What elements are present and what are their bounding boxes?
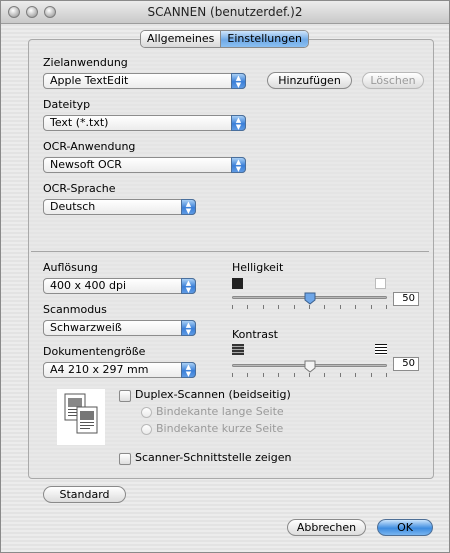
file-type-label: Dateityp — [43, 98, 91, 111]
slider-tick — [232, 305, 233, 309]
window-title: SCANNEN (benutzerdef.)2 — [147, 5, 303, 19]
section-separator — [31, 251, 429, 252]
scan-mode-popup[interactable]: Schwarzweiß ▲ ▼ — [43, 320, 196, 336]
add-button[interactable]: Hinzufügen — [267, 72, 352, 89]
ocr-app-label: OCR-Anwendung — [43, 140, 136, 153]
popup-arrows-icon: ▲ ▼ — [231, 115, 246, 131]
contrast-slider-thumb[interactable] — [304, 360, 316, 373]
slider-tick — [324, 305, 325, 309]
slider-tick — [355, 373, 356, 377]
high-contrast-icon — [375, 344, 387, 355]
slider-tick — [278, 373, 279, 377]
ocr-app-value: Newsoft OCR — [50, 158, 122, 171]
slider-tick — [371, 305, 372, 309]
slider-tick — [278, 305, 279, 309]
ocr-language-label: OCR-Sprache — [43, 182, 116, 195]
slider-tick — [309, 373, 310, 377]
slider-tick — [247, 373, 248, 377]
ocr-language-popup[interactable]: Deutsch ▲ ▼ — [43, 199, 196, 215]
duplex-pages-icon — [57, 389, 105, 445]
show-interface-checkbox[interactable] — [119, 453, 131, 465]
brightness-label: Helligkeit — [232, 261, 284, 274]
short-edge-radio[interactable] — [141, 424, 152, 435]
slider-tick — [263, 305, 264, 309]
ocr-app-popup[interactable]: Newsoft OCR ▲ ▼ — [43, 157, 246, 173]
file-type-popup[interactable]: Text (*.txt) ▲ ▼ — [43, 115, 246, 131]
slider-tick — [232, 373, 233, 377]
slider-tick — [263, 373, 264, 377]
resolution-value: 400 x 400 dpi — [50, 279, 127, 292]
duplex-label: Duplex-Scannen (beidseitig) — [135, 388, 291, 401]
slider-tick — [340, 305, 341, 309]
slider-tick — [309, 305, 310, 309]
ocr-language-value: Deutsch — [50, 200, 96, 213]
doc-size-label: Dokumentengröße — [43, 345, 146, 358]
long-edge-radio[interactable] — [141, 407, 152, 418]
dialog-window: SCANNEN (benutzerdef.)2 Allgemeines Eins… — [0, 0, 450, 553]
popup-arrows-icon: ▲ ▼ — [231, 157, 246, 173]
popup-arrows-icon: ▲ ▼ — [181, 199, 196, 215]
contrast-ticks — [232, 373, 387, 377]
light-square-icon — [375, 278, 386, 289]
brightness-value[interactable]: 50 — [393, 292, 419, 306]
scan-mode-value: Schwarzweiß — [50, 321, 122, 334]
popup-arrows-icon: ▲ ▼ — [181, 362, 196, 378]
brightness-ticks — [232, 305, 387, 309]
scan-mode-label: Scanmodus — [43, 303, 107, 316]
target-app-popup[interactable]: Apple TextEdit ▲ ▼ — [43, 73, 246, 89]
short-edge-label: Bindekante kurze Seite — [156, 422, 284, 435]
title-bar[interactable]: SCANNEN (benutzerdef.)2 — [1, 1, 449, 24]
slider-tick — [324, 373, 325, 377]
duplex-checkbox[interactable] — [119, 390, 131, 402]
contrast-label: Kontrast — [232, 328, 278, 341]
long-edge-label: Bindekante lange Seite — [156, 405, 284, 418]
slider-tick — [294, 305, 295, 309]
popup-arrows-icon: ▲ ▼ — [231, 73, 246, 89]
slider-tick — [371, 373, 372, 377]
brightness-slider-thumb[interactable] — [304, 292, 316, 305]
popup-arrows-icon: ▲ ▼ — [181, 320, 196, 336]
target-app-label: Zielanwendung — [43, 56, 128, 69]
tab-bar: Allgemeines Einstellungen — [140, 30, 309, 48]
ok-button[interactable]: OK — [377, 519, 433, 536]
slider-tick — [386, 305, 387, 309]
target-app-value: Apple TextEdit — [50, 74, 129, 87]
delete-button[interactable]: Löschen — [362, 72, 424, 89]
slider-tick — [355, 305, 356, 309]
tab-settings[interactable]: Einstellungen — [220, 31, 308, 47]
slider-tick — [247, 305, 248, 309]
cancel-button[interactable]: Abbrechen — [287, 519, 366, 536]
slider-tick — [340, 373, 341, 377]
doc-size-popup[interactable]: A4 210 x 297 mm ▲ ▼ — [43, 362, 196, 378]
resolution-popup[interactable]: 400 x 400 dpi ▲ ▼ — [43, 278, 196, 294]
low-contrast-icon — [232, 344, 244, 355]
show-interface-label: Scanner-Schnittstelle zeigen — [135, 451, 292, 464]
file-type-value: Text (*.txt) — [50, 116, 109, 129]
slider-tick — [294, 373, 295, 377]
contrast-value[interactable]: 50 — [393, 357, 419, 371]
doc-size-value: A4 210 x 297 mm — [50, 363, 149, 376]
dark-square-icon — [232, 278, 243, 289]
tab-general[interactable]: Allgemeines — [141, 31, 221, 47]
resolution-label: Auflösung — [43, 261, 98, 274]
default-button[interactable]: Standard — [43, 486, 126, 503]
popup-arrows-icon: ▲ ▼ — [181, 278, 196, 294]
slider-tick — [386, 373, 387, 377]
